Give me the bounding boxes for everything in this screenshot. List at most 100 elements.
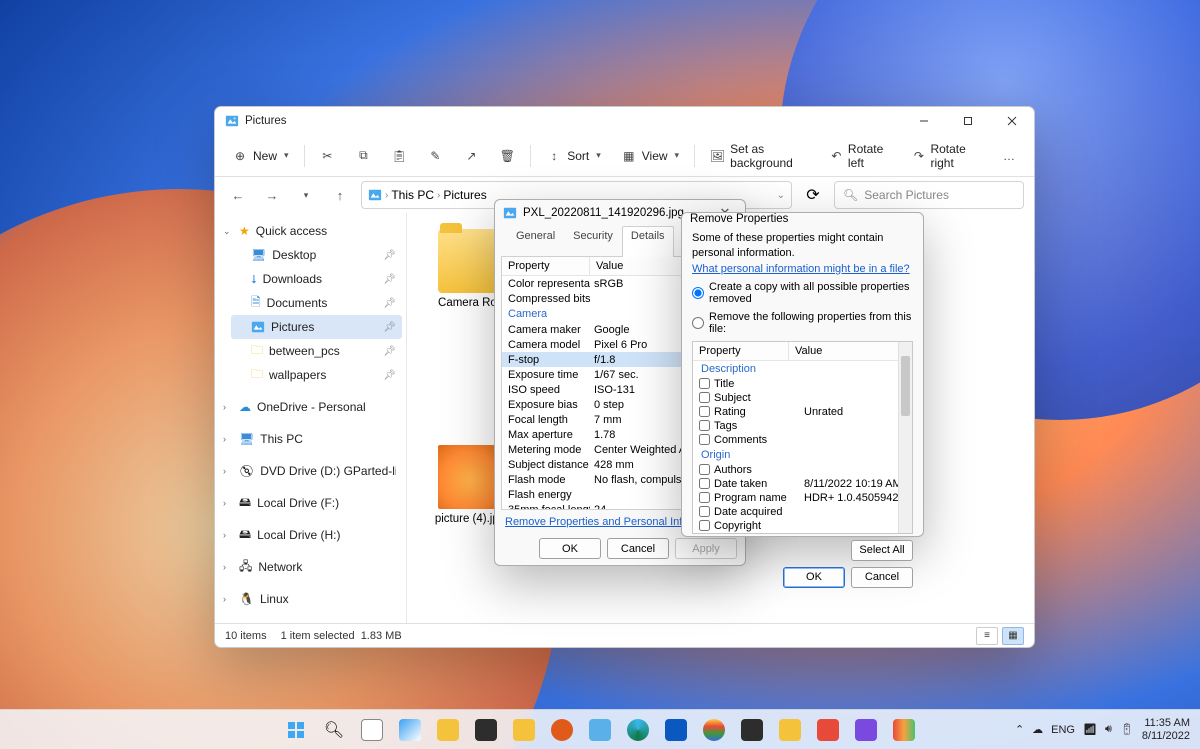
check-input[interactable] [699,478,710,489]
check-input[interactable] [699,492,710,503]
app-button[interactable] [735,713,769,747]
up-button[interactable]: ↑ [327,182,353,208]
edge-button[interactable] [621,713,655,747]
check-input[interactable] [699,420,710,431]
language-indicator[interactable]: ENG [1051,724,1075,736]
details-view-button[interactable]: ≡ [976,627,998,645]
minimize-button[interactable] [902,107,946,135]
option-remove-following[interactable]: Remove the following properties from thi… [692,311,913,335]
nav-item-pictures[interactable]: Pictures📌︎ [231,315,402,339]
dialog-titlebar[interactable]: Remove Properties [682,213,923,225]
forward-button[interactable]: → [259,182,285,208]
search-button[interactable]: 🔍︎ [317,713,351,747]
view-button[interactable]: ▦View▾ [614,142,686,170]
check-input[interactable] [699,520,710,531]
chevron-down-icon[interactable]: ⌄ [777,190,785,201]
app-button[interactable] [659,713,693,747]
recent-button[interactable]: ▾ [293,182,319,208]
rotate-right-button[interactable]: ↷Rotate right [905,142,988,170]
app-button[interactable] [469,713,503,747]
help-link[interactable]: What personal information might be in a … [692,263,913,275]
nav-item-documents[interactable]: 🗎Documents📌︎ [231,291,402,315]
crumb-item[interactable]: This PC [391,188,434,202]
column-header[interactable]: Value [789,342,898,360]
tab-general[interactable]: General [507,226,564,257]
radio-input[interactable] [692,287,704,299]
nav-onedrive[interactable]: ›☁OneDrive - Personal [219,395,402,419]
nav-item-folder[interactable]: 🗀wallpapers📌︎ [231,363,402,387]
nav-thispc[interactable]: ›🖥︎This PC [219,427,402,451]
pin-icon: 📌︎ [383,250,396,261]
radio-input[interactable] [692,317,704,329]
check-input[interactable] [699,378,710,389]
cancel-button[interactable]: Cancel [607,538,669,559]
app-button[interactable] [849,713,883,747]
scrollbar[interactable] [898,342,912,533]
rename-button[interactable]: ✎ [420,142,450,170]
tray-chevron-icon[interactable]: ⌃ [1015,723,1024,736]
ok-button[interactable]: OK [539,538,601,559]
nav-quick-access[interactable]: ⌄★Quick access [219,219,402,243]
explorer-button[interactable] [431,713,465,747]
app-button[interactable] [773,713,807,747]
check-input[interactable] [699,434,710,445]
new-button[interactable]: ⊕New▾ [225,142,296,170]
nav-item-desktop[interactable]: 🖥︎Desktop📌︎ [231,243,402,267]
check-input[interactable] [699,506,710,517]
sort-button[interactable]: ↕Sort▾ [539,142,608,170]
app-button[interactable] [545,713,579,747]
search-input[interactable]: 🔍︎ Search Pictures [834,181,1024,209]
nav-network[interactable]: ›🖧Network [219,555,402,579]
onedrive-icon[interactable]: ☁ [1032,723,1043,736]
app-button[interactable] [811,713,845,747]
app-button[interactable] [507,713,541,747]
folder-icon: 🗀 [251,341,263,362]
nav-dvd[interactable]: ›💿︎DVD Drive (D:) GParted-live [219,459,402,483]
app-button[interactable] [697,713,731,747]
thumbnails-view-button[interactable]: ▦ [1002,627,1024,645]
share-button[interactable]: ↗ [456,142,486,170]
widgets-button[interactable] [393,713,427,747]
nav-item-folder[interactable]: 🗀between_pcs📌︎ [231,339,402,363]
cut-button[interactable]: ✂ [312,142,342,170]
delete-button[interactable]: 🗑︎ [492,142,522,170]
column-header[interactable]: Property [502,257,590,275]
maximize-button[interactable] [946,107,990,135]
start-button[interactable] [279,713,313,747]
task-view-button[interactable] [355,713,389,747]
nav-drive-f[interactable]: ›🖴Local Drive (F:) [219,491,402,515]
app-button[interactable] [583,713,617,747]
tab-security[interactable]: Security [564,226,622,257]
check-input[interactable] [699,392,710,403]
nav-item-downloads[interactable]: ⭣Downloads📌︎ [231,267,402,291]
ok-button[interactable]: OK [783,567,845,588]
volume-icon[interactable]: 🔊︎ [1105,723,1112,736]
window-titlebar[interactable]: Pictures [215,107,1034,135]
app-button[interactable] [887,713,921,747]
set-background-button[interactable]: 🖼︎Set as background [703,142,817,170]
select-all-button[interactable]: Select All [851,540,913,561]
check-input[interactable] [699,464,710,475]
more-button[interactable]: … [994,142,1024,170]
rename-icon: ✎ [427,148,443,164]
check-input[interactable] [699,406,710,417]
refresh-button[interactable]: ⟳ [800,181,826,209]
crumb-item[interactable]: Pictures [443,188,486,202]
disc-icon: 💿︎ [239,464,254,478]
close-button[interactable] [990,107,1034,135]
nav-linux[interactable]: ›🐧Linux [219,587,402,611]
copy-button[interactable]: ⧉ [348,142,378,170]
battery-icon[interactable]: 🔋︎ [1120,723,1134,736]
cancel-button[interactable]: Cancel [851,567,913,588]
taskbar[interactable]: 🔍︎ ⌃ ☁ ENG 📶︎ 🔊︎ 🔋︎ 11:35 AM 8/11/2022 [0,709,1200,749]
back-button[interactable]: ← [225,182,251,208]
nav-drive-h[interactable]: ›🖴Local Drive (H:) [219,523,402,547]
wifi-icon[interactable]: 📶︎ [1083,723,1097,736]
system-tray[interactable]: ⌃ ☁ ENG 📶︎ 🔊︎ 🔋︎ 11:35 AM 8/11/2022 [1015,717,1200,742]
column-header[interactable]: Property [693,342,789,360]
paste-button[interactable]: 📋︎ [384,142,414,170]
tab-details[interactable]: Details [622,226,674,257]
option-create-copy[interactable]: Create a copy with all possible properti… [692,281,913,305]
rotate-left-button[interactable]: ↶Rotate left [823,142,900,170]
clock[interactable]: 11:35 AM 8/11/2022 [1142,717,1190,742]
